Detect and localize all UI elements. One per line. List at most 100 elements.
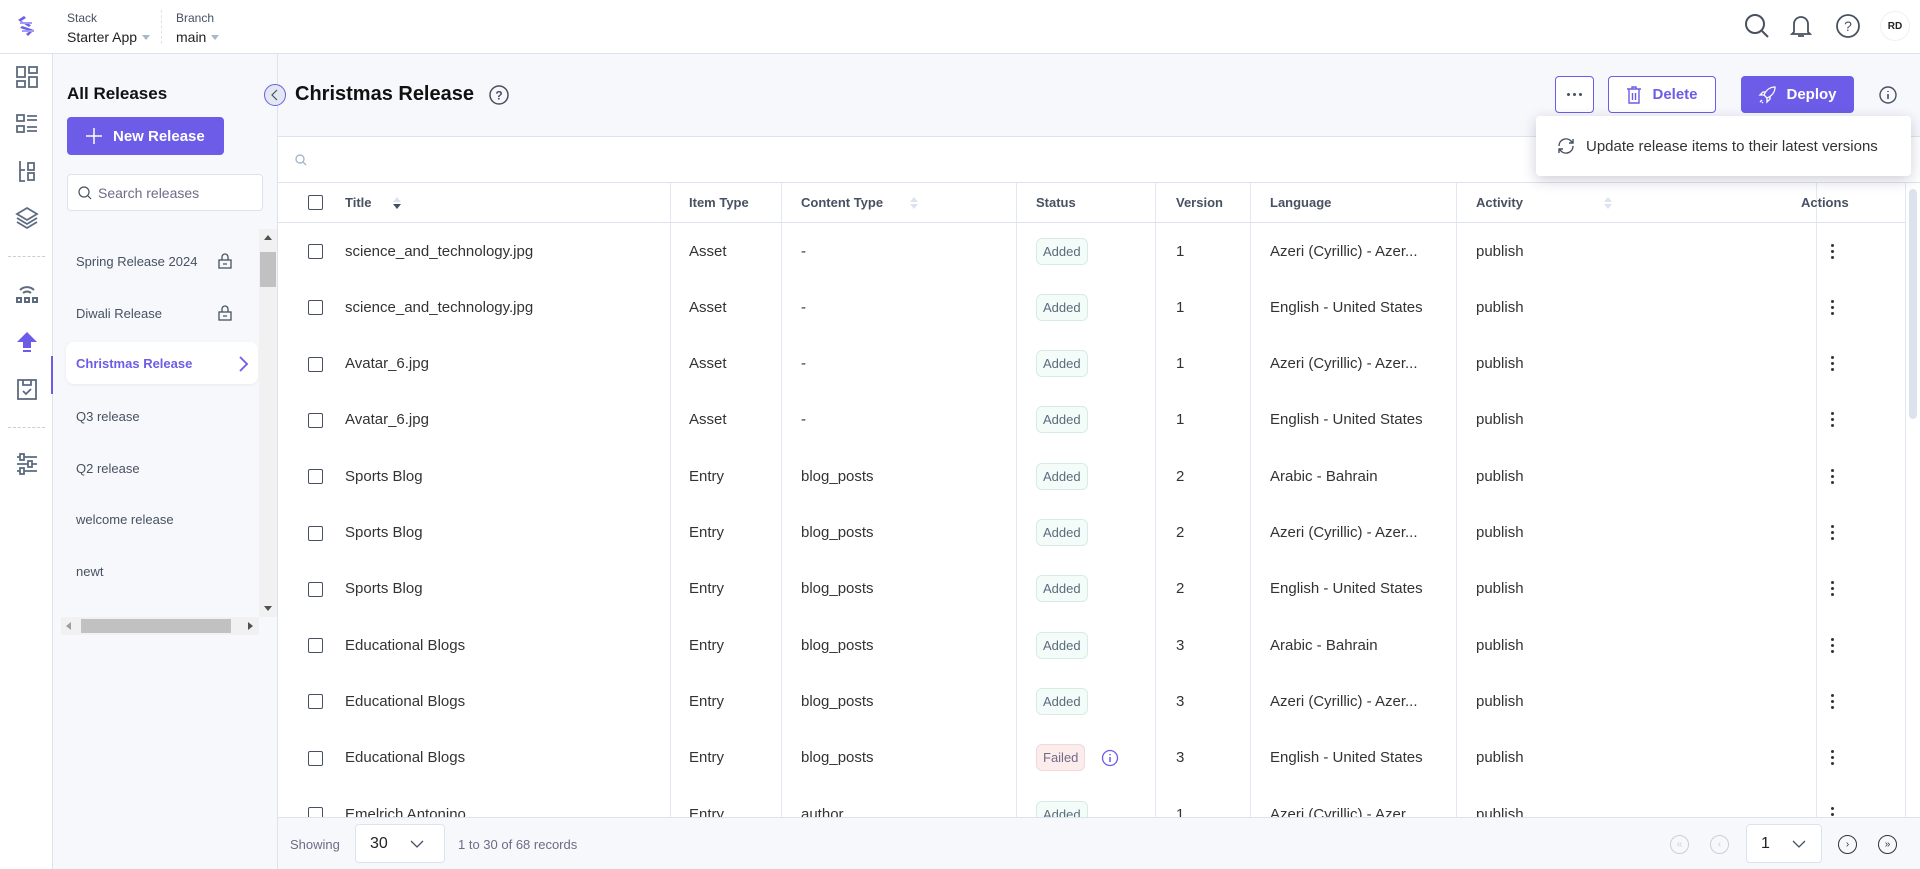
next-page-button[interactable]: › bbox=[1838, 835, 1857, 854]
cell-text: Entry bbox=[689, 749, 725, 767]
scroll-thumb[interactable] bbox=[260, 252, 276, 287]
cell-status: Failed bbox=[1036, 730, 1119, 786]
row-checkbox[interactable] bbox=[308, 412, 323, 428]
release-item[interactable]: newt bbox=[66, 550, 258, 592]
deploy-button[interactable]: Deploy bbox=[1741, 76, 1854, 113]
scroll-down-icon[interactable] bbox=[264, 606, 272, 611]
column-header-version[interactable]: Version bbox=[1176, 183, 1223, 222]
row-checkbox[interactable] bbox=[308, 807, 323, 817]
cell-text: Avatar_6.jpg bbox=[345, 355, 429, 373]
cell-text: Azeri (Cyrillic) - Azer... bbox=[1270, 692, 1418, 710]
delete-button[interactable]: Delete bbox=[1608, 76, 1716, 113]
row-actions-button[interactable] bbox=[1831, 617, 1834, 673]
cell-title: science_and_technology.jpg bbox=[345, 279, 533, 335]
help-icon[interactable]: ? bbox=[1834, 12, 1862, 40]
cell-text: publish bbox=[1476, 580, 1524, 598]
workflows-icon[interactable] bbox=[14, 280, 40, 306]
prev-page-button[interactable]: ‹ bbox=[1710, 835, 1729, 854]
cell-content-type: - bbox=[801, 392, 806, 448]
sort-icon[interactable] bbox=[909, 196, 919, 210]
row-checkbox[interactable] bbox=[308, 694, 323, 710]
plus-icon bbox=[86, 128, 102, 144]
row-actions-button[interactable] bbox=[1831, 505, 1834, 561]
select-all-checkbox[interactable] bbox=[308, 195, 323, 210]
scroll-right-icon[interactable] bbox=[248, 622, 253, 630]
release-item-active[interactable]: Christmas Release bbox=[66, 342, 258, 384]
row-checkbox[interactable] bbox=[308, 356, 323, 372]
page-select[interactable]: 1 bbox=[1746, 824, 1822, 863]
sort-icon[interactable] bbox=[392, 196, 402, 210]
search-releases-input[interactable]: Search releases bbox=[67, 174, 263, 211]
branch-selector[interactable]: Branch main bbox=[176, 11, 220, 45]
avatar[interactable]: RD bbox=[1880, 11, 1910, 41]
update-items-menu-item[interactable]: Update release items to their latest ver… bbox=[1586, 138, 1878, 155]
column-header-actions[interactable]: Actions bbox=[1801, 183, 1849, 222]
row-checkbox[interactable] bbox=[308, 638, 323, 654]
bell-icon[interactable] bbox=[1787, 12, 1815, 40]
cell-item-type: Entry bbox=[689, 730, 724, 786]
first-page-button[interactable]: « bbox=[1670, 835, 1689, 854]
cell-text: blog_posts bbox=[801, 636, 874, 654]
column-header-status[interactable]: Status bbox=[1036, 183, 1076, 222]
collapse-panel-button[interactable] bbox=[264, 84, 286, 106]
release-items-table: Title Item Type Content Type Status Version L… bbox=[278, 136, 1920, 817]
content-models-icon[interactable] bbox=[14, 158, 40, 184]
release-item[interactable]: Q3 release bbox=[66, 395, 258, 437]
info-icon[interactable] bbox=[1878, 85, 1898, 105]
cell-status: Added bbox=[1036, 223, 1088, 279]
cell-text: Arabic - Bahrain bbox=[1270, 467, 1378, 485]
row-checkbox[interactable] bbox=[308, 581, 323, 597]
row-checkbox[interactable] bbox=[308, 469, 323, 485]
row-checkbox[interactable] bbox=[308, 525, 323, 541]
release-list-vscroll[interactable] bbox=[259, 229, 277, 617]
release-item[interactable]: welcome release bbox=[66, 498, 258, 540]
search-icon[interactable] bbox=[1743, 12, 1771, 40]
last-page-button[interactable]: » bbox=[1878, 835, 1897, 854]
info-icon[interactable] bbox=[1101, 749, 1119, 767]
more-options-button[interactable] bbox=[1555, 76, 1594, 113]
scroll-thumb[interactable] bbox=[81, 619, 231, 633]
cell-title: Emelrich Antonino bbox=[345, 786, 466, 818]
release-list-hscroll[interactable] bbox=[61, 617, 259, 635]
stack-selector[interactable]: Stack Starter App bbox=[67, 11, 151, 45]
cell-item-type: Entry bbox=[689, 617, 724, 673]
row-actions-button[interactable] bbox=[1831, 336, 1834, 392]
row-actions-button[interactable] bbox=[1831, 279, 1834, 335]
settings-icon[interactable] bbox=[14, 451, 40, 477]
table-vscroll[interactable] bbox=[1905, 183, 1920, 817]
row-actions-button[interactable] bbox=[1831, 730, 1834, 786]
row-actions-button[interactable] bbox=[1831, 673, 1834, 729]
row-actions-button[interactable] bbox=[1831, 786, 1834, 817]
row-actions-button[interactable] bbox=[1831, 448, 1834, 504]
cell-status: Added bbox=[1036, 673, 1088, 729]
page-size-select[interactable]: 30 bbox=[355, 824, 445, 863]
row-checkbox[interactable] bbox=[308, 300, 323, 316]
row-checkbox[interactable] bbox=[308, 244, 323, 259]
dashboard-icon[interactable] bbox=[14, 64, 40, 90]
row-actions-button[interactable] bbox=[1831, 392, 1834, 448]
column-header-activity[interactable]: Activity bbox=[1476, 183, 1613, 222]
column-header-language[interactable]: Language bbox=[1270, 183, 1331, 222]
tasks-icon[interactable] bbox=[14, 376, 40, 402]
chevron-down-icon bbox=[1792, 840, 1806, 848]
release-item[interactable]: Diwali Release bbox=[66, 292, 258, 334]
release-item[interactable]: Q2 release bbox=[66, 447, 258, 489]
app-logo[interactable] bbox=[14, 14, 40, 40]
assets-icon[interactable] bbox=[14, 205, 40, 231]
column-header-title[interactable]: Title bbox=[345, 183, 402, 222]
column-header-item-type[interactable]: Item Type bbox=[689, 183, 749, 222]
row-checkbox[interactable] bbox=[308, 750, 323, 766]
scroll-up-icon[interactable] bbox=[264, 235, 272, 240]
column-label: Status bbox=[1036, 195, 1076, 210]
column-header-content-type[interactable]: Content Type bbox=[801, 183, 919, 222]
scroll-left-icon[interactable] bbox=[66, 622, 71, 630]
row-actions-button[interactable] bbox=[1831, 561, 1834, 617]
entries-icon[interactable] bbox=[14, 111, 40, 137]
releases-icon[interactable] bbox=[14, 329, 40, 355]
new-release-button[interactable]: New Release bbox=[67, 117, 224, 155]
help-icon[interactable]: ? bbox=[488, 84, 510, 106]
sort-icon[interactable] bbox=[1603, 196, 1613, 210]
scroll-thumb[interactable] bbox=[1909, 189, 1917, 419]
row-actions-button[interactable] bbox=[1831, 223, 1834, 279]
release-item[interactable]: Spring Release 2024 bbox=[66, 240, 258, 282]
